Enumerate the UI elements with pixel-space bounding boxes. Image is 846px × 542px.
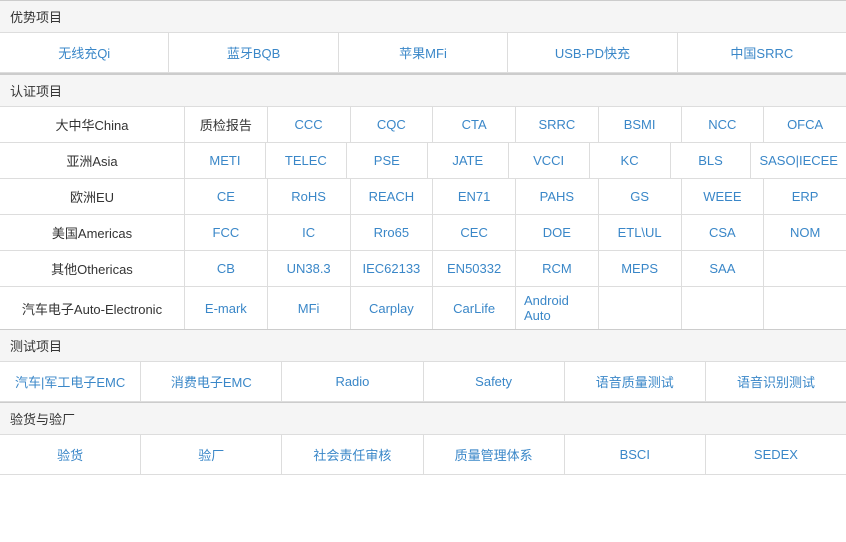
cert-am-doe: DOE [516, 215, 599, 250]
cert-oth-meps: MEPS [599, 251, 682, 286]
cert-china-bsmi: BSMI [599, 107, 682, 142]
cert-am-rro65: Rro65 [351, 215, 434, 250]
cert-china-cta: CTA [433, 107, 516, 142]
cert-auto-e3 [764, 287, 846, 329]
cert-asia-kc: KC [590, 143, 671, 178]
inspection-item-2: 社会责任审核 [282, 435, 423, 474]
cert-eu-en71: EN71 [433, 179, 516, 214]
inspection-row: 验货 验厂 社会责任审核 质量管理体系 BSCI SEDEX [0, 435, 846, 475]
cert-am-fcc: FCC [185, 215, 268, 250]
cert-china-ncc: NCC [682, 107, 765, 142]
inspection-item-4: BSCI [565, 435, 706, 474]
cert-row-americas: 美国Americas FCC IC Rro65 CEC DOE ETL\UL C… [0, 215, 846, 251]
cert-oth-un383: UN38.3 [268, 251, 351, 286]
cert-oth-rcm: RCM [516, 251, 599, 286]
cert-row-auto: 汽车电子Auto-Electronic E-mark MFi Carplay C… [0, 287, 846, 329]
testing-item-3: Safety [424, 362, 565, 401]
cert-auto-e1 [599, 287, 682, 329]
cert-eu-reach: REACH [351, 179, 434, 214]
cert-am-cec: CEC [433, 215, 516, 250]
certification-section: 认证项目 大中华China 质检报告 CCC CQC CTA SRRC BSMI… [0, 74, 846, 329]
cert-am-ic: IC [268, 215, 351, 250]
cert-auto-carplay: Carplay [351, 287, 434, 329]
testing-item-5: 语音识别测试 [706, 362, 846, 401]
testing-row: 汽车|军工电子EMC 消费电子EMC Radio Safety 语音质量测试 语… [0, 362, 846, 402]
testing-item-4: 语音质量测试 [565, 362, 706, 401]
cert-row-other: 其他Othericas CB UN38.3 IEC62133 EN50332 R… [0, 251, 846, 287]
advantage-title: 优势项目 [0, 1, 846, 33]
advantage-item-0: 无线充Qi [0, 33, 169, 72]
testing-item-2: Radio [282, 362, 423, 401]
cert-auto-carlife: CarLife [433, 287, 516, 329]
cert-label-americas: 美国Americas [0, 215, 185, 250]
cert-label-china: 大中华China [0, 107, 185, 142]
cert-am-csa: CSA [682, 215, 765, 250]
testing-item-1: 消费电子EMC [141, 362, 282, 401]
advantage-item-3-label[interactable]: USB-PD快充 [555, 43, 630, 62]
cert-am-nom: NOM [764, 215, 846, 250]
cert-oth-iec62133: IEC62133 [351, 251, 434, 286]
cert-oth-en50332: EN50332 [433, 251, 516, 286]
advantage-item-4: 中国SRRC [678, 33, 846, 72]
cert-asia-telec: TELEC [266, 143, 347, 178]
advantage-item-0-label[interactable]: 无线充Qi [58, 43, 110, 62]
advantage-item-3: USB-PD快充 [508, 33, 677, 72]
inspection-section: 验货与验厂 验货 验厂 社会责任审核 质量管理体系 BSCI SEDEX [0, 402, 846, 475]
cert-asia-meti: METI [185, 143, 266, 178]
advantage-item-1: 蓝牙BQB [169, 33, 338, 72]
cert-label-auto: 汽车电子Auto-Electronic [0, 287, 185, 329]
testing-title: 测试项目 [0, 330, 846, 362]
cert-asia-vcci: VCCI [509, 143, 590, 178]
cert-sublabel-china: 质检报告 [185, 107, 268, 142]
advantage-item-1-label[interactable]: 蓝牙BQB [227, 43, 280, 62]
inspection-item-3: 质量管理体系 [424, 435, 565, 474]
cert-row-asia: 亚洲Asia METI TELEC PSE JATE VCCI KC BLS S… [0, 143, 846, 179]
advantage-item-4-label[interactable]: 中国SRRC [730, 43, 793, 62]
cert-row-china: 大中华China 质检报告 CCC CQC CTA SRRC BSMI NCC … [0, 107, 846, 143]
cert-oth-saa: SAA [682, 251, 765, 286]
advantage-item-2: 苹果MFi [339, 33, 508, 72]
cert-label-asia: 亚洲Asia [0, 143, 185, 178]
advantage-item-2-label[interactable]: 苹果MFi [399, 43, 447, 62]
cert-row-eu: 欧洲EU CE RoHS REACH EN71 PAHS GS WEEE ERP [0, 179, 846, 215]
cert-auto-e2 [682, 287, 765, 329]
cert-oth-empty [764, 251, 846, 286]
cert-asia-jate: JATE [428, 143, 509, 178]
testing-item-0: 汽车|军工电子EMC [0, 362, 141, 401]
inspection-item-1: 验厂 [141, 435, 282, 474]
cert-eu-erp: ERP [764, 179, 846, 214]
certification-title: 认证项目 [0, 75, 846, 107]
cert-eu-pahs: PAHS [516, 179, 599, 214]
cert-label-eu: 欧洲EU [0, 179, 185, 214]
cert-am-etlul: ETL\UL [599, 215, 682, 250]
testing-section: 测试项目 汽车|军工电子EMC 消费电子EMC Radio Safety 语音质… [0, 329, 846, 402]
cert-label-other: 其他Othericas [0, 251, 185, 286]
cert-eu-ce: CE [185, 179, 268, 214]
cert-china-srrc: SRRC [516, 107, 599, 142]
advantage-row: 无线充Qi 蓝牙BQB 苹果MFi USB-PD快充 中国SRRC [0, 33, 846, 73]
cert-asia-pse: PSE [347, 143, 428, 178]
cert-china-ccc: CCC [268, 107, 351, 142]
cert-auto-androidauto: Android Auto [516, 287, 599, 329]
cert-china-cqc: CQC [351, 107, 434, 142]
cert-auto-emark: E-mark [185, 287, 268, 329]
cert-china-ofca: OFCA [764, 107, 846, 142]
cert-oth-cb: CB [185, 251, 268, 286]
cert-eu-weee: WEEE [682, 179, 765, 214]
inspection-item-0: 验货 [0, 435, 141, 474]
cert-asia-saso: SASO|IECEE [751, 143, 846, 178]
cert-auto-mfi: MFi [268, 287, 351, 329]
cert-asia-bls: BLS [671, 143, 752, 178]
cert-eu-rohs: RoHS [268, 179, 351, 214]
inspection-item-5: SEDEX [706, 435, 846, 474]
inspection-title: 验货与验厂 [0, 403, 846, 435]
advantage-section: 优势项目 无线充Qi 蓝牙BQB 苹果MFi USB-PD快充 中国SRRC [0, 0, 846, 74]
cert-eu-gs: GS [599, 179, 682, 214]
